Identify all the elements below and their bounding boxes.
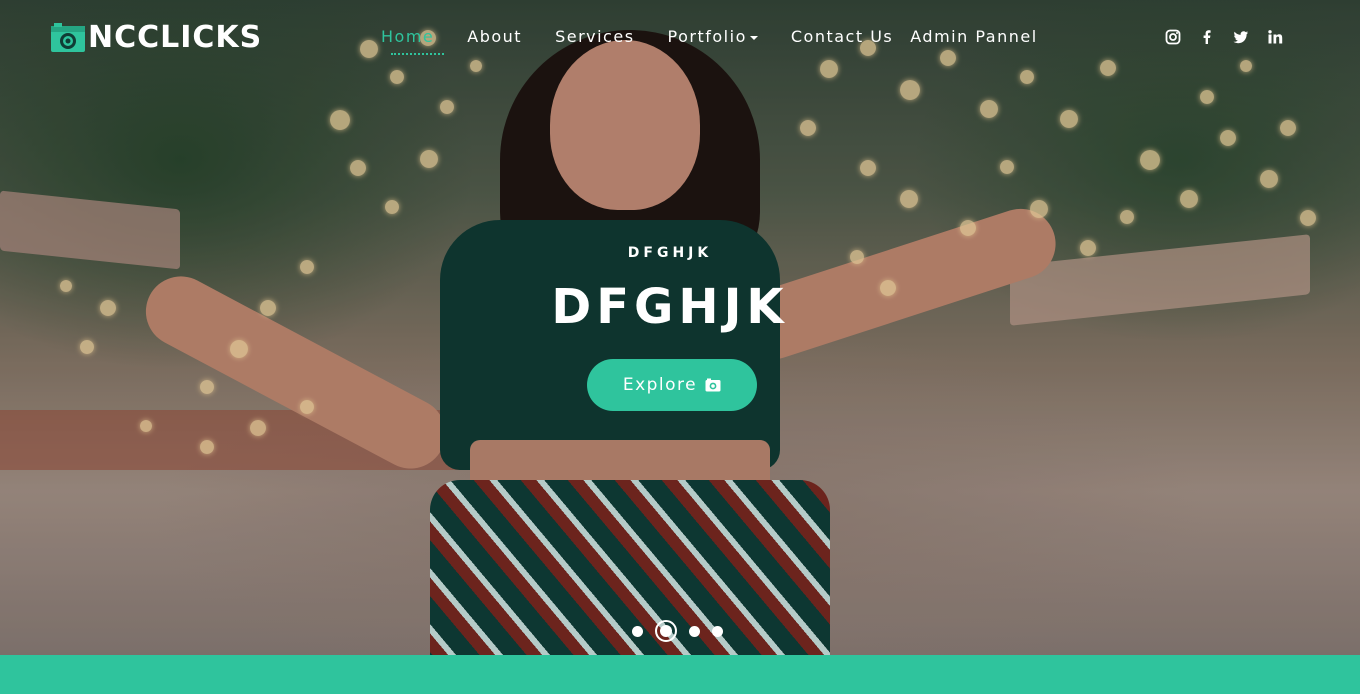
carousel-dot[interactable] (689, 625, 700, 637)
nav-home[interactable]: Home (381, 27, 445, 55)
nav-contact-us[interactable]: Contact Us (791, 27, 893, 46)
explore-button[interactable]: Explore (586, 359, 758, 411)
chevron-down-icon (749, 35, 758, 40)
carousel-dot[interactable] (712, 625, 723, 637)
nav-about[interactable]: About (467, 27, 522, 46)
section-band (0, 655, 1360, 694)
hero-headline: DFGHJK (551, 279, 789, 335)
hero-caption: DFGHJK DFGHJK Explore (0, 245, 1360, 411)
nav-admin-pannel[interactable]: Admin Pannel (910, 27, 1037, 46)
camera-icon (705, 378, 721, 392)
social-links (1164, 28, 1284, 46)
facebook-icon[interactable] (1198, 28, 1216, 46)
main-nav: Home About Services Portfolio Contact Us… (381, 27, 1071, 55)
carousel-dot[interactable] (632, 625, 643, 637)
twitter-icon[interactable] (1232, 28, 1250, 46)
carousel-dot[interactable] (655, 620, 677, 642)
nav-portfolio-label: Portfolio (667, 27, 747, 46)
navbar: NCCLICKS Home About Services Portfolio C… (0, 0, 1360, 75)
nav-services[interactable]: Services (555, 27, 634, 46)
nav-portfolio[interactable]: Portfolio (668, 27, 758, 46)
brand-logo[interactable]: NCCLICKS (50, 20, 262, 55)
instagram-icon[interactable] (1164, 28, 1182, 46)
camera-icon (51, 22, 85, 52)
hero-eyebrow: DFGHJK (627, 245, 713, 261)
explore-button-label: Explore (622, 375, 698, 395)
brand-name: NCCLICKS (88, 20, 263, 55)
carousel-indicators (632, 620, 723, 642)
linkedin-icon[interactable] (1266, 28, 1284, 46)
